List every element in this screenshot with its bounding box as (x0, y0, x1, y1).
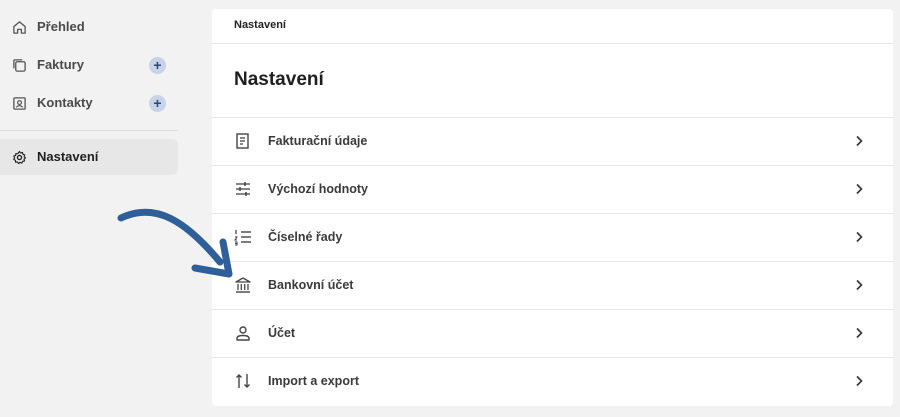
sidebar-item-nastaveni[interactable]: Nastavení (0, 139, 178, 175)
chevron-right-icon (856, 279, 863, 291)
sidebar-divider (0, 130, 178, 131)
copy-icon (13, 59, 26, 72)
chevron-right-icon (856, 135, 863, 147)
sidebar-item-label: Přehled (37, 19, 85, 34)
chevron-right-icon (856, 183, 863, 195)
sidebar-item-prehled[interactable]: Přehled (0, 9, 178, 45)
chevron-right-icon (856, 327, 863, 339)
sidebar-item-label: Faktury (37, 57, 84, 72)
sidebar-item-label: Kontakty (37, 95, 93, 110)
settings-row-ciselne-rady[interactable]: Číselné řady (212, 213, 893, 261)
add-contact-button[interactable]: + (149, 95, 166, 112)
settings-row-ucet[interactable]: Účet (212, 309, 893, 357)
arrows-updown-icon (236, 374, 250, 388)
add-invoice-button[interactable]: + (149, 57, 166, 74)
settings-row-label: Výchozí hodnoty (268, 182, 368, 196)
settings-row-fakturacni-udaje[interactable]: Fakturační údaje (212, 117, 893, 165)
settings-row-label: Účet (268, 326, 296, 340)
settings-row-label: Bankovní účet (268, 278, 354, 292)
chevron-right-icon (856, 231, 863, 243)
sidebar-item-kontakty[interactable]: Kontakty + (0, 85, 178, 121)
settings-row-import-export[interactable]: Import a export (212, 357, 893, 405)
page-title: Nastavení (234, 69, 324, 90)
settings-card: Nastavení Nastavení Fakturační údaje Výc… (212, 9, 893, 406)
gear-icon (13, 150, 27, 165)
breadcrumb[interactable]: Nastavení (234, 19, 286, 31)
contact-icon (13, 97, 26, 110)
settings-row-bankovni-ucet[interactable]: Bankovní účet (212, 261, 893, 309)
chevron-right-icon (856, 375, 863, 387)
sidebar-item-faktury[interactable]: Faktury + (0, 47, 178, 83)
sliders-icon (236, 182, 250, 196)
home-icon (13, 21, 26, 34)
settings-row-label: Import a export (268, 374, 359, 388)
divider (212, 43, 893, 44)
settings-row-vychozi-hodnoty[interactable]: Výchozí hodnoty (212, 165, 893, 213)
settings-row-label: Číselné řady (268, 230, 343, 244)
receipt-icon (236, 133, 249, 149)
sidebar-item-label: Nastavení (37, 149, 99, 164)
annotation-arrow-icon (117, 208, 233, 278)
person-icon (236, 326, 250, 341)
settings-row-label: Fakturační údaje (268, 134, 368, 148)
